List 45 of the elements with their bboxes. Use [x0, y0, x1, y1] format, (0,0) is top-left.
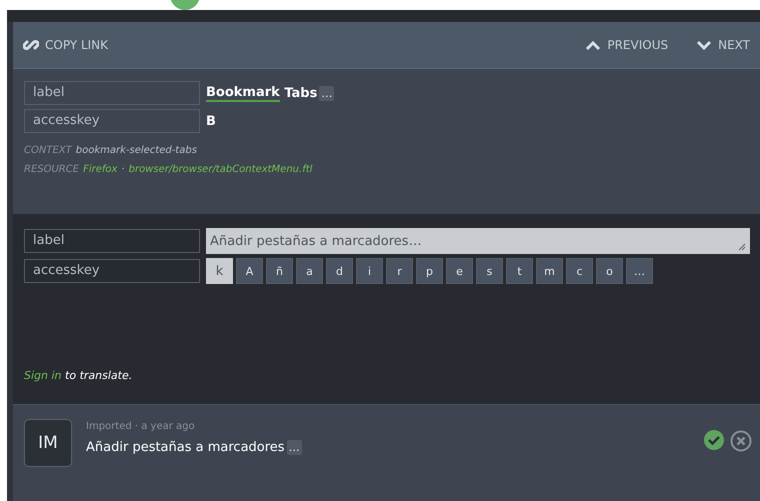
next-button[interactable]: NEXT — [696, 38, 750, 52]
approved-icon[interactable] — [704, 430, 724, 450]
accesskey-button[interactable]: s — [476, 258, 503, 284]
placeable: … — [319, 86, 334, 100]
project-link[interactable]: Firefox — [83, 164, 118, 175]
previous-button[interactable]: PREVIOUS — [585, 38, 668, 52]
resize-handle-icon — [738, 243, 746, 251]
accesskey-button[interactable]: ñ — [266, 258, 293, 284]
term-text[interactable]: Bookmark — [206, 84, 280, 102]
accesskey-button[interactable]: o — [596, 258, 623, 284]
translation-text: Añadir pestañas a marcadores — [86, 440, 285, 455]
property-name: label — [24, 81, 200, 105]
resource-link[interactable]: browser/browser/tabContextMenu.ftl — [128, 164, 312, 175]
user-avatar: IM — [24, 419, 72, 467]
context-label: CONTEXT — [24, 145, 72, 156]
property-name: accesskey — [24, 259, 200, 283]
accesskey-button[interactable]: … — [626, 258, 653, 284]
context-value: bookmark-selected-tabs — [76, 145, 197, 156]
resource-label: RESOURCE — [24, 164, 80, 175]
accesskey-button[interactable]: r — [386, 258, 413, 284]
reject-icon[interactable] — [730, 430, 752, 452]
source-text: B — [206, 114, 216, 128]
accesskey-button[interactable]: a — [296, 258, 323, 284]
accesskey-button[interactable]: t — [506, 258, 533, 284]
placeable: … — [286, 440, 302, 455]
separator: · — [121, 164, 125, 175]
translation-field[interactable]: Añadir pestañas a marcadores… — [206, 228, 750, 254]
source-text: Tabs — [283, 86, 318, 100]
chevron-down-icon — [696, 39, 712, 51]
accesskey-button[interactable]: m — [536, 258, 563, 284]
accesskey-button[interactable]: d — [326, 258, 353, 284]
accesskey-button[interactable]: e — [446, 258, 473, 284]
accesskey-button[interactable]: k — [206, 258, 233, 284]
history-meta: Imported · a year ago — [86, 421, 196, 432]
sign-in-message: Sign in to translate. — [24, 369, 132, 382]
chevron-up-icon — [585, 39, 602, 51]
accesskey-button[interactable]: p — [416, 258, 443, 284]
copy-link-button[interactable]: COPY LINK — [23, 37, 108, 53]
sign-in-link[interactable]: Sign in — [24, 369, 62, 382]
accesskey-button[interactable]: A — [236, 258, 263, 284]
property-name: accesskey — [24, 109, 200, 133]
link-icon — [23, 37, 39, 53]
accesskey-button[interactable]: c — [566, 258, 593, 284]
property-name: label — [24, 229, 200, 253]
accesskey-button[interactable]: i — [356, 258, 383, 284]
